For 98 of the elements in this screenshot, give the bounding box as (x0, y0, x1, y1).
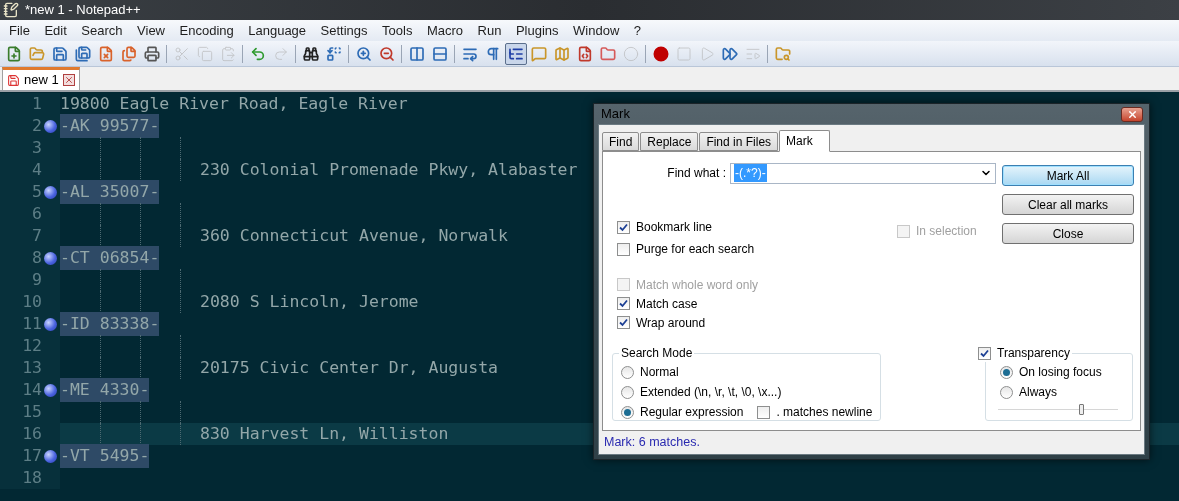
group-title: Search Mode (620, 345, 694, 362)
close-icon[interactable] (62, 74, 75, 86)
checkbox[interactable] (757, 405, 771, 419)
checkbox-label: In selection (916, 223, 977, 240)
line-number: 10 (22, 290, 42, 313)
check-icon (980, 348, 989, 358)
line-number: 1 (32, 92, 42, 115)
checkbox-label: Bookmark line (636, 219, 713, 236)
dialog-tab[interactable]: Replace (640, 132, 699, 151)
dialog-button[interactable]: Clear all marks (1002, 194, 1134, 215)
menu-item[interactable]: Plugins (510, 20, 564, 41)
marked-text: -AK 99577- (60, 113, 160, 139)
marked-text: -CT 06854- (60, 245, 160, 271)
menu-item[interactable]: Tools (377, 20, 418, 41)
code-line: 830 Harvest Ln, Williston (200, 422, 449, 445)
line-number: 3 (32, 136, 42, 159)
radio-button[interactable] (1000, 385, 1013, 399)
dialog-title: Mark (601, 105, 630, 124)
line-number: 8 (32, 246, 42, 269)
check-icon (619, 222, 628, 232)
dialog-button[interactable]: Mark All (1002, 165, 1134, 186)
menu-item[interactable]: Macro (421, 20, 469, 41)
menu-item[interactable]: Encoding (174, 20, 239, 41)
menu-item[interactable]: Search (76, 20, 128, 41)
notepad-icon (3, 2, 19, 18)
checkbox-label: Wrap around (636, 314, 706, 332)
check-icon (619, 318, 628, 327)
radio-button[interactable] (621, 385, 634, 399)
dialog-tab[interactable]: Find in Files (699, 132, 779, 151)
checkbox[interactable] (617, 242, 630, 256)
dialog-tab[interactable]: Find (602, 132, 640, 151)
bookmark-icon (44, 119, 57, 133)
line-number: 2 (32, 114, 42, 137)
menu-item[interactable]: Run (472, 20, 507, 41)
line-number: 16 (22, 422, 42, 445)
menu-item[interactable]: Settings (315, 20, 373, 41)
code-line: 20175 Civic Center Dr, Augusta (200, 356, 498, 379)
checkbox[interactable] (617, 316, 630, 329)
menu-item[interactable]: View (132, 20, 170, 41)
dialog-button[interactable]: Close (1002, 223, 1134, 244)
radio-label: Regular expression (640, 404, 744, 421)
marked-text: -VT 5495- (60, 443, 150, 469)
code-line: 2080 S Lincoln, Jerome (200, 290, 419, 313)
checkbox[interactable] (617, 220, 630, 234)
radio-button[interactable] (621, 365, 634, 379)
code-line: 230 Colonial Promenade Pkwy, Alabaster (200, 158, 578, 181)
code-line: 19800 Eagle River Road, Eagle River (60, 92, 408, 115)
bookmark-icon (44, 449, 57, 463)
checkbox-label: . matches newline (776, 404, 873, 421)
line-number: 17 (22, 444, 42, 467)
line-number: 6 (32, 202, 42, 225)
line-number: 14 (22, 378, 42, 401)
marked-text: -ID 83338- (60, 311, 160, 337)
marked-text: -AL 35007- (60, 179, 160, 205)
checkbox-label: Match whole word only (636, 276, 759, 294)
bookmark-icon (44, 185, 57, 199)
find-what-value: -(.*?)- (734, 164, 767, 182)
menu-item[interactable]: Language (243, 20, 312, 41)
checkbox-label: Match case (636, 295, 698, 313)
line-number: 15 (22, 400, 42, 423)
transparency-slider[interactable] (998, 404, 1118, 416)
code-line: 360 Connecticut Avenue, Norwalk (200, 224, 508, 247)
marked-text: -ME 4330- (60, 377, 150, 403)
radio-button[interactable] (621, 405, 634, 419)
status-text: Mark: 6 matches. (604, 433, 700, 451)
slider-thumb[interactable] (1079, 404, 1084, 415)
checkbox-label: Transparency (997, 345, 1070, 362)
dialog-tab[interactable]: Mark (779, 130, 830, 152)
checkbox[interactable] (617, 297, 630, 310)
bookmark-icon (44, 251, 57, 265)
tab-label: new 1 (24, 71, 59, 90)
line-number: 13 (22, 356, 42, 379)
line-number: 5 (32, 180, 42, 203)
checkbox-label: Purge for each search (636, 241, 755, 258)
line-number: 7 (32, 224, 42, 247)
radio-label: Normal (640, 364, 679, 381)
file-tab[interactable]: new 1 (2, 67, 80, 90)
line-number: 18 (22, 466, 42, 489)
radio-label: Always (1019, 384, 1057, 401)
close-icon (1126, 108, 1138, 120)
checkbox[interactable] (978, 346, 991, 360)
menu-item[interactable]: Edit (39, 20, 72, 41)
check-icon (619, 299, 628, 308)
menu-item[interactable]: Window (568, 20, 625, 41)
bookmark-icon (44, 383, 57, 397)
menu-item[interactable]: ? (628, 20, 647, 41)
line-number: 9 (32, 268, 42, 291)
line-number: 4 (32, 158, 42, 181)
close-button[interactable] (1121, 106, 1143, 122)
menu-item[interactable]: File (4, 20, 35, 41)
line-number: 12 (22, 334, 42, 357)
radio-label: Extended (\n, \r, \t, \0, \x...) (640, 384, 782, 401)
radio-label: On losing focus (1019, 364, 1102, 381)
radio-button[interactable] (1000, 365, 1013, 379)
line-number: 11 (22, 312, 42, 335)
bookmark-icon (44, 317, 57, 331)
find-what-label: Find what : (667, 165, 726, 182)
window-title: *new 1 - Notepad++ (25, 1, 141, 20)
